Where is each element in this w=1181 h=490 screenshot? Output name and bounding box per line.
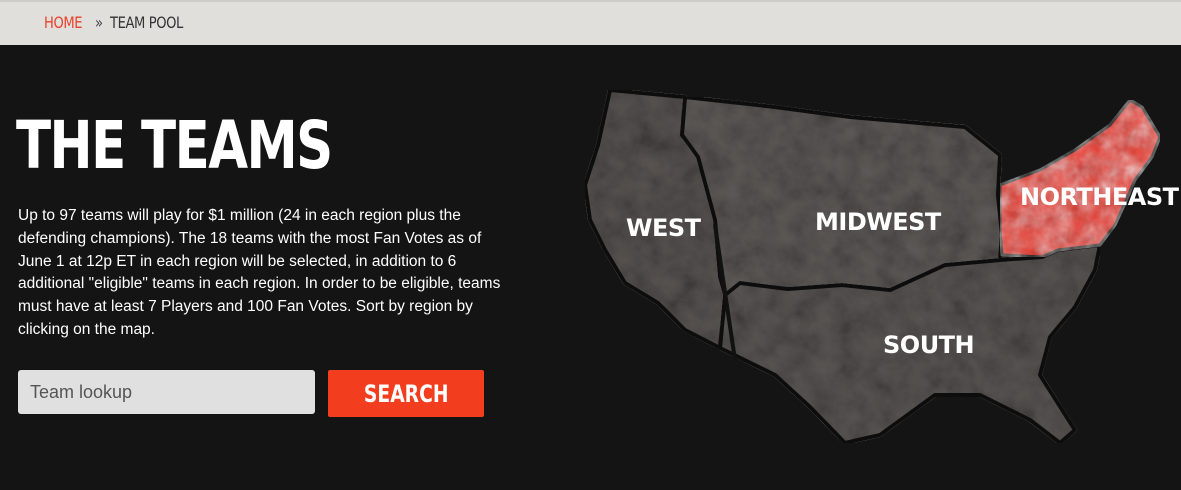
region-label-midwest: MIDWEST [815, 208, 942, 236]
search-button[interactable]: SEARCH [328, 370, 484, 417]
region-northeast[interactable] [998, 98, 1162, 259]
region-label-west: WEST [626, 214, 702, 242]
breadcrumb-separator: » [95, 13, 103, 32]
region-label-south: SOUTH [883, 331, 974, 359]
region-label-northeast: NORTHEAST [1020, 183, 1180, 211]
us-region-map: WEST MIDWEST SOUTH NORTHEAST [583, 88, 1180, 445]
team-search-input[interactable] [18, 370, 315, 414]
search-button-label: SEARCH [363, 379, 449, 408]
breadcrumb: HOME » TEAM POOL [0, 0, 1181, 45]
page-description: Up to 97 teams will play for $1 million … [18, 207, 501, 338]
breadcrumb-current: TEAM POOL [110, 13, 183, 32]
hero-section: THE TEAMS Up to 97 teams will play for $… [0, 45, 1181, 490]
breadcrumb-home-link[interactable]: HOME [44, 13, 83, 32]
page-title: THE TEAMS [16, 107, 333, 184]
